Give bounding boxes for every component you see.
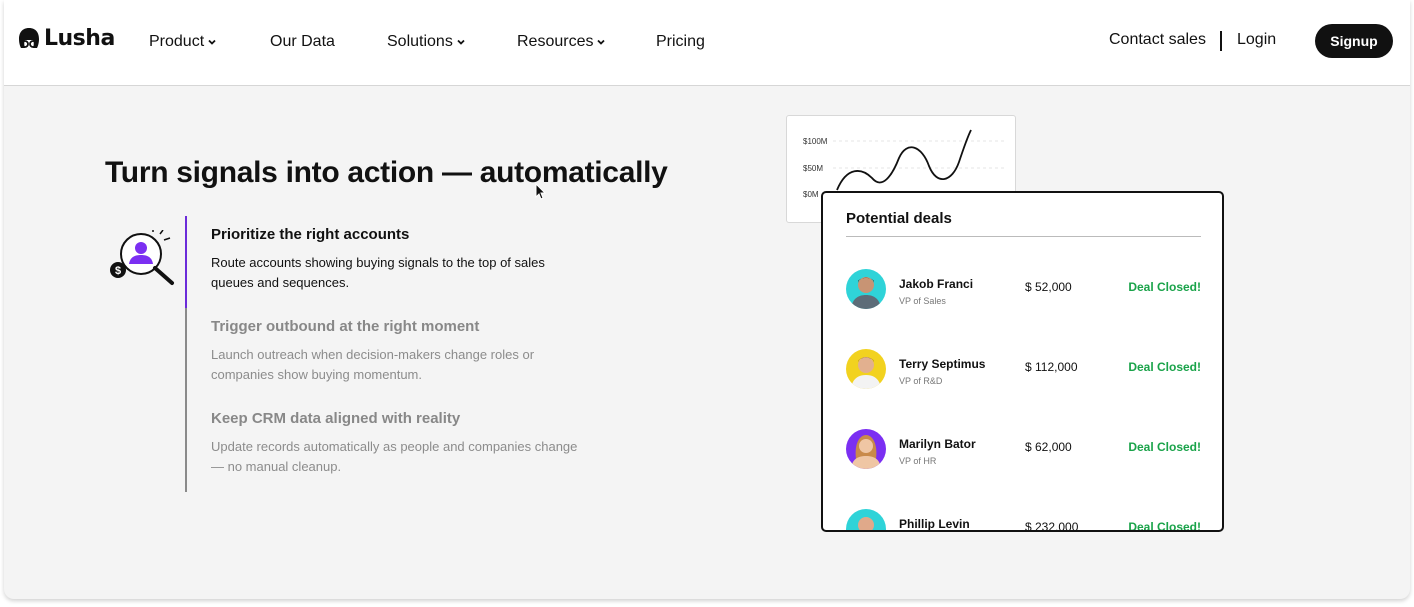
svg-text:$: $	[115, 265, 121, 277]
nav-item-label: Product	[149, 33, 205, 50]
nav-item-product[interactable]: Product	[149, 33, 217, 51]
chevron-down-icon	[208, 39, 216, 45]
feature-title: Prioritize the right accounts	[211, 226, 410, 243]
deal-amount: $ 112,000	[1025, 360, 1078, 374]
nav-item-label: Our Data	[270, 33, 335, 50]
nav-item-solutions[interactable]: Solutions	[387, 33, 466, 51]
nav-item-our-data[interactable]: Our Data	[270, 33, 335, 51]
feature-description: Route accounts showing buying signals to…	[211, 255, 545, 290]
person-avatar-icon	[851, 277, 881, 309]
chevron-down-icon	[597, 39, 606, 45]
potential-deals-card: Potential deals Jakob Franci VP of Sales…	[821, 191, 1224, 532]
deal-row: Phillip Levin $ 232,000 Deal Closed!	[846, 509, 1201, 532]
lusha-logo[interactable]: Lusha	[18, 26, 115, 51]
features-progress-indicator	[185, 216, 187, 308]
feature-trigger-outbound[interactable]: Trigger outbound at the right moment Lau…	[211, 318, 591, 385]
mouse-cursor-icon	[535, 183, 547, 200]
deals-title: Potential deals	[846, 210, 952, 227]
deal-amount: $ 52,000	[1025, 280, 1072, 294]
logo-text: Lusha	[44, 26, 115, 51]
signup-button[interactable]: Signup	[1315, 24, 1393, 58]
feature-title: Keep CRM data aligned with reality	[211, 410, 461, 427]
deal-contact-name: Marilyn Bator	[899, 437, 976, 451]
avatar	[846, 429, 886, 469]
person-avatar-icon	[851, 357, 881, 389]
deal-status: Deal Closed!	[1128, 280, 1201, 294]
deal-amount: $ 62,000	[1025, 440, 1072, 454]
prioritize-accounts-icon: $	[108, 228, 178, 295]
deal-contact-role: VP of R&D	[899, 376, 943, 386]
deal-status: Deal Closed!	[1128, 360, 1201, 374]
avatar	[846, 269, 886, 309]
nav-divider	[1220, 31, 1222, 51]
logo-mark-icon	[19, 27, 39, 48]
deal-contact-name: Phillip Levin	[899, 517, 970, 531]
avatar	[846, 349, 886, 389]
deal-contact-name: Jakob Franci	[899, 277, 974, 291]
nav-item-label: Solutions	[387, 33, 453, 50]
deal-status: Deal Closed!	[1128, 440, 1201, 454]
deals-divider	[846, 236, 1201, 237]
nav-item-pricing[interactable]: Pricing	[656, 33, 705, 51]
deal-status: Deal Closed!	[1128, 520, 1201, 532]
nav-item-label: Resources	[517, 33, 594, 50]
deal-contact-role: VP of HR	[899, 456, 937, 466]
deal-amount: $ 232,000	[1025, 520, 1079, 532]
feature-crm-aligned[interactable]: Keep CRM data aligned with reality Updat…	[211, 410, 591, 477]
login-link[interactable]: Login	[1237, 31, 1276, 49]
feature-title: Trigger outbound at the right moment	[211, 318, 480, 335]
feature-description: Launch outreach when decision-makers cha…	[211, 347, 535, 382]
person-avatar-icon	[858, 517, 874, 530]
chevron-down-icon	[457, 39, 465, 45]
contact-sales-link[interactable]: Contact sales	[1109, 31, 1206, 49]
nav-item-resources[interactable]: Resources	[517, 33, 606, 51]
page-frame: Lusha Product Our Data Solutions Resourc…	[4, 0, 1410, 599]
deal-row: Marilyn Bator VP of HR $ 62,000 Deal Clo…	[846, 429, 1201, 473]
avatar	[846, 509, 886, 530]
person-avatar-icon	[851, 435, 881, 469]
deal-row: Terry Septimus VP of R&D $ 112,000 Deal …	[846, 349, 1201, 393]
nav-item-label: Pricing	[656, 33, 705, 50]
deal-contact-name: Terry Septimus	[899, 357, 986, 371]
hero-headline: Turn signals into action — automatically	[105, 156, 668, 189]
feature-prioritize[interactable]: Prioritize the right accounts Route acco…	[211, 226, 591, 293]
deal-row: Jakob Franci VP of Sales $ 52,000 Deal C…	[846, 269, 1201, 313]
top-navbar: Lusha Product Our Data Solutions Resourc…	[4, 0, 1410, 86]
deal-contact-role: VP of Sales	[899, 296, 946, 306]
feature-description: Update records automatically as people a…	[211, 439, 578, 474]
